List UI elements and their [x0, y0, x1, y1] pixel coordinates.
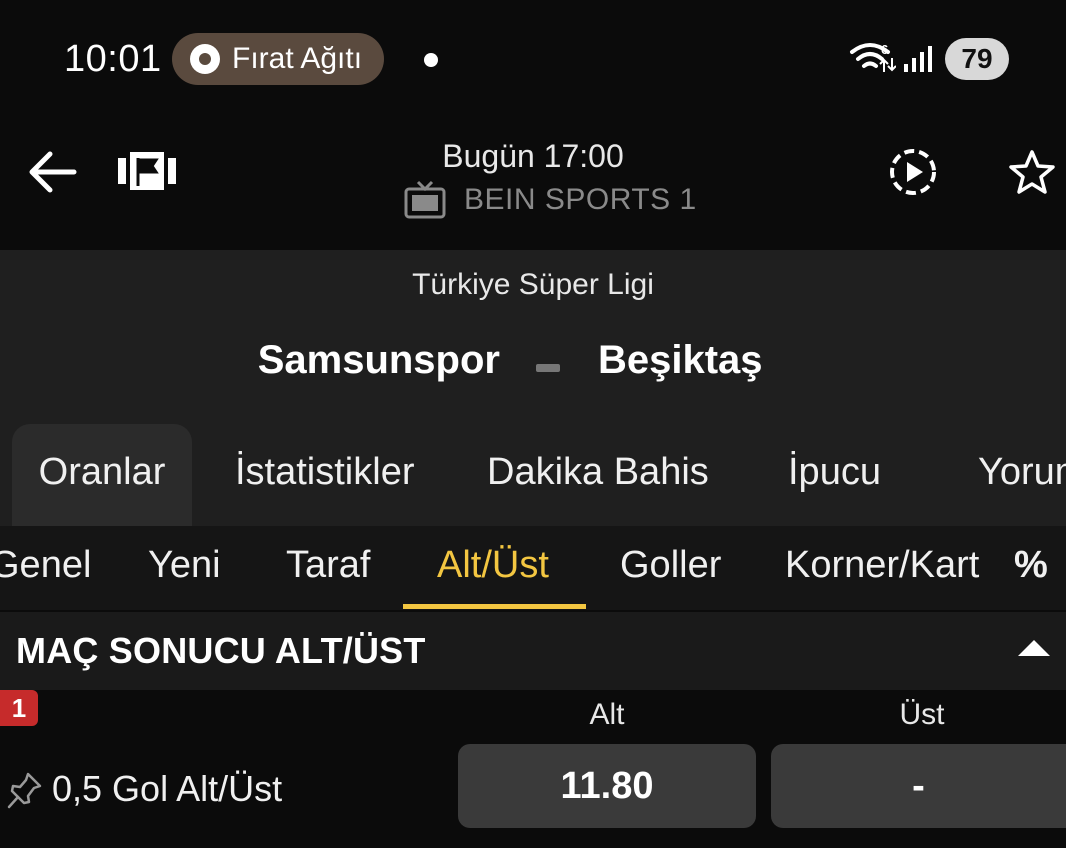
subtab-yeni[interactable]: Yeni	[148, 544, 221, 587]
tab-istatistikler[interactable]: İstatistikler	[235, 424, 414, 526]
status-clock: 10:01	[64, 38, 162, 80]
away-team: Beşiktaş	[598, 338, 763, 382]
home-team: Samsunspor	[257, 338, 500, 382]
pin-icon[interactable]	[6, 770, 44, 810]
favorite-star-icon[interactable]	[1006, 148, 1058, 198]
column-header-alt: Alt	[589, 698, 625, 731]
tab-ipucu[interactable]: İpucu	[788, 424, 881, 526]
notification-pill[interactable]: Fırat Ağıtı	[172, 33, 385, 85]
notification-dot-icon	[424, 53, 438, 67]
odd-button-alt[interactable]: 11.80	[458, 744, 756, 828]
tab-dakika-bahis[interactable]: Dakika Bahis	[487, 424, 709, 526]
battery-indicator: 79	[945, 38, 1009, 80]
subtab-taraf[interactable]: Taraf	[286, 544, 370, 587]
chevron-up-icon[interactable]	[1018, 640, 1050, 656]
subtab-korner-kart[interactable]: Korner/Kart	[785, 544, 979, 587]
wifi-badge: 6	[881, 42, 888, 57]
channel-name: BEIN SPORTS 1	[464, 183, 697, 216]
wifi-icon: 6	[850, 42, 896, 72]
subtab-alt-ust[interactable]: Alt/Üst	[437, 544, 549, 587]
market-row-label: 0,5 Gol Alt/Üst	[52, 768, 283, 809]
subtab-goller[interactable]: Goller	[620, 544, 721, 587]
tab-yorum[interactable]: Yorum	[978, 424, 1066, 526]
tab-oranlar[interactable]: Oranlar	[12, 424, 192, 526]
signal-icon	[904, 46, 932, 72]
market-title: MAÇ SONUCU ALT/ÜST	[16, 630, 426, 671]
subtab-genel[interactable]: Genel	[0, 544, 91, 587]
active-tab-indicator	[403, 604, 586, 609]
odd-button-ust[interactable]: -	[771, 744, 1066, 828]
notification-text: Fırat Ağıtı	[232, 42, 363, 75]
subtab-percent[interactable]: %	[1014, 544, 1048, 587]
vs-separator	[536, 364, 560, 372]
market-badge: 1	[0, 690, 38, 726]
broadcast-channel: BEIN SPORTS 1	[404, 180, 697, 220]
column-header-ust: Üst	[899, 698, 945, 731]
play-circle-icon[interactable]	[888, 147, 938, 197]
tv-icon	[404, 180, 446, 219]
record-icon	[190, 44, 220, 74]
league-name: Türkiye Süper Ligi	[412, 268, 654, 301]
